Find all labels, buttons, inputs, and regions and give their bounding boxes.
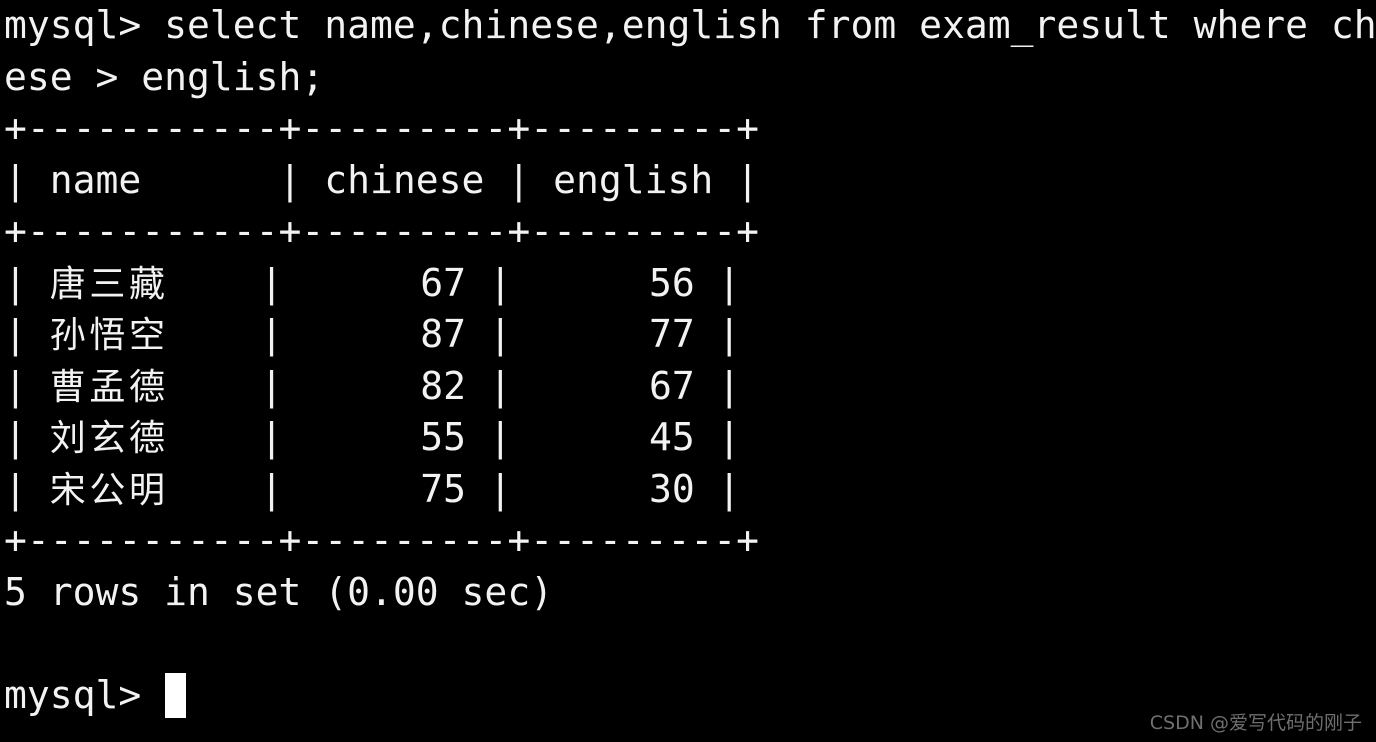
table-border-top: +-----------+---------+---------+ <box>4 106 759 150</box>
row-chinese: 75 <box>305 466 467 511</box>
table-header-row: | name | chinese | english | <box>4 157 759 202</box>
row-pipe-right: | <box>694 466 741 511</box>
row-pipe-left: | <box>4 363 50 408</box>
row-pipe-left: | <box>4 312 50 356</box>
table-border-bottom: +-----------+---------+---------+ <box>4 518 759 562</box>
row-name-pad: | <box>168 363 306 408</box>
row-name: 宋公明 <box>49 469 169 511</box>
row-english: 67 <box>534 363 695 408</box>
row-pipe-mid: | <box>466 415 535 459</box>
result-status: 5 rows in set (0.00 sec) <box>4 569 554 614</box>
row-pipe-right: | <box>694 260 741 305</box>
row-name: 刘玄德 <box>49 418 169 459</box>
row-pipe-right: | <box>694 415 741 459</box>
command-line-2: ese > english; <box>4 54 325 99</box>
row-chinese: 87 <box>305 312 467 356</box>
row-name-pad: | <box>168 466 306 511</box>
row-english: 56 <box>534 260 695 305</box>
row-english: 45 <box>534 415 695 459</box>
row-name-pad: | <box>168 415 306 459</box>
table-row: | 唐三藏 | 67 | 56 | <box>0 258 1376 310</box>
row-name: 唐三藏 <box>49 263 169 305</box>
table-row: | 孙悟空 | 87 | 77 | <box>0 309 1376 361</box>
row-name: 曹孟德 <box>49 366 169 408</box>
row-chinese: 67 <box>305 260 467 305</box>
table-border-header: +-----------+---------+---------+ <box>4 209 759 253</box>
command-line-1: mysql> select name,chinese,english from … <box>4 3 1376 47</box>
row-pipe-right: | <box>694 363 741 408</box>
row-chinese: 55 <box>305 415 467 459</box>
row-pipe-mid: | <box>466 312 535 356</box>
row-name-pad: | <box>168 312 306 356</box>
table-row: | 刘玄德 | 55 | 45 | <box>0 412 1376 464</box>
row-pipe-left: | <box>4 466 50 511</box>
row-name: 孙悟空 <box>49 315 169 356</box>
row-pipe-left: | <box>4 260 50 305</box>
row-pipe-left: | <box>4 415 50 459</box>
cursor-block <box>165 672 187 718</box>
row-english: 30 <box>534 466 695 511</box>
row-english: 77 <box>534 312 695 356</box>
prompt-label: mysql> <box>4 672 165 717</box>
row-pipe-mid: | <box>466 260 535 305</box>
row-chinese: 82 <box>305 363 467 408</box>
terminal-screen[interactable]: mysql> select name,chinese,english from … <box>0 0 1376 742</box>
row-name-pad: | <box>168 260 306 305</box>
row-pipe-mid: | <box>466 466 535 511</box>
row-pipe-right: | <box>694 312 741 356</box>
table-row: | 宋公明 | 75 | 30 | <box>0 464 1376 516</box>
row-pipe-mid: | <box>466 363 535 408</box>
table-row: | 曹孟德 | 82 | 67 | <box>0 361 1376 413</box>
watermark: CSDN @爱写代码的刚子 <box>1149 712 1362 734</box>
